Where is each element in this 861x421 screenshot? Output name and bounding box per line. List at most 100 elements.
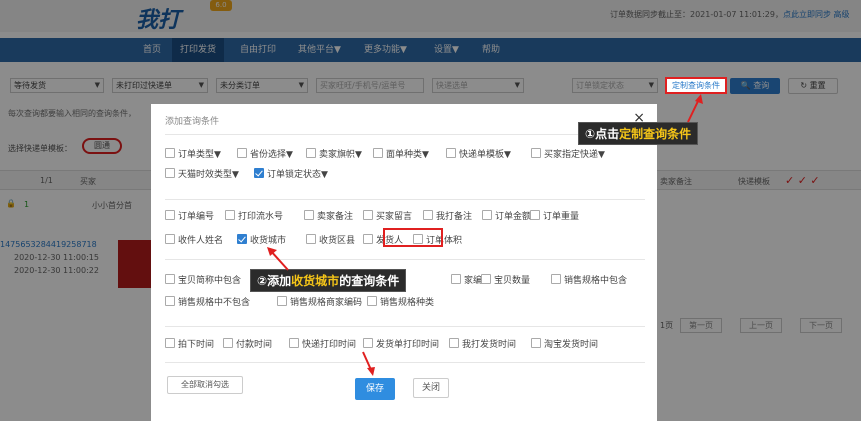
query-field-checkbox[interactable]: 收件人姓名 (165, 234, 223, 246)
divider (165, 326, 645, 327)
checkbox-label: 销售规格种类 (380, 298, 435, 308)
checkbox-label: 我打备注 (436, 212, 473, 222)
checkbox-icon[interactable] (531, 148, 541, 158)
query-condition-checkbox[interactable]: 买家指定快递▼ (531, 148, 605, 160)
checkbox-icon[interactable] (530, 210, 540, 220)
checkbox-label: 我打发货时间 (462, 340, 517, 350)
checkbox-icon[interactable] (304, 210, 314, 220)
query-field-checkbox[interactable]: 订单重量 (530, 210, 579, 222)
close-button[interactable]: 关闭 (413, 378, 449, 398)
time-condition-checkbox[interactable]: 快递打印时间 (289, 338, 356, 350)
item-condition-checkbox[interactable]: 宝贝简称中包含 (165, 274, 241, 286)
checkbox-icon[interactable] (165, 274, 175, 284)
checkbox-label: 发货单打印时间 (376, 340, 440, 350)
checkbox-icon[interactable] (165, 168, 175, 178)
checkbox-icon[interactable] (165, 296, 175, 306)
time-condition-checkbox[interactable]: 我打发货时间 (449, 338, 516, 350)
checkbox-icon[interactable] (531, 338, 541, 348)
checkbox-label: 销售规格中包含 (564, 276, 628, 286)
query-field-checkbox[interactable]: 收货区县 (306, 234, 355, 246)
divider (165, 134, 645, 135)
checkbox-icon[interactable] (423, 210, 433, 220)
checkbox-label: 订单类型▼ (178, 150, 221, 160)
callout-2-text: ②添加 (257, 274, 292, 288)
checkbox-icon[interactable] (363, 210, 373, 220)
query-condition-checkbox[interactable]: 订单类型▼ (165, 148, 221, 160)
checkbox-checked-icon[interactable] (237, 234, 247, 244)
checkbox-label: 打印流水号 (238, 212, 284, 222)
checkbox-icon[interactable] (165, 338, 175, 348)
callout-step-1: ①点击定制查询条件 (578, 122, 699, 145)
checkbox-icon[interactable] (237, 148, 247, 158)
checkbox-icon[interactable] (363, 234, 373, 244)
checkbox-label: 快递打印时间 (302, 340, 357, 350)
checkbox-label: 付款时间 (236, 340, 273, 350)
checkbox-icon[interactable] (446, 148, 456, 158)
dialog-title: 添加查询条件 (165, 117, 220, 127)
checkbox-icon[interactable] (277, 296, 287, 306)
query-field-checkbox[interactable]: 订单金额 (482, 210, 531, 222)
checkbox-icon[interactable] (363, 338, 373, 348)
checkbox-icon[interactable] (449, 338, 459, 348)
query-condition-checkbox[interactable]: 天猫时效类型▼ (165, 168, 239, 180)
time-condition-checkbox[interactable]: 淘宝发货时间 (531, 338, 598, 350)
query-field-checkbox[interactable]: 我打备注 (423, 210, 472, 222)
item-condition-checkbox[interactable]: 销售规格中不包含 (165, 296, 250, 308)
checkbox-icon[interactable] (165, 210, 175, 220)
query-field-checkbox[interactable]: 卖家备注 (304, 210, 353, 222)
query-condition-checkbox[interactable]: 快递单模板▼ (446, 148, 511, 160)
divider (165, 259, 645, 260)
query-condition-checkbox[interactable]: 订单锁定状态▼ (254, 168, 328, 180)
checkbox-label: 宝贝数量 (494, 276, 531, 286)
checkbox-icon[interactable] (367, 296, 377, 306)
item-condition-checkbox[interactable]: 宝贝数量 (481, 274, 530, 286)
save-button[interactable]: 保存 (355, 378, 395, 400)
checkbox-icon[interactable] (551, 274, 561, 284)
checkbox-label: 销售规格中不包含 (178, 298, 251, 308)
checkbox-label: 卖家旗帜▼ (319, 150, 362, 160)
checkbox-icon[interactable] (306, 234, 316, 244)
checkbox-icon[interactable] (289, 338, 299, 348)
checkbox-label: 淘宝发货时间 (544, 340, 599, 350)
arrow-icon (362, 351, 375, 376)
time-condition-checkbox[interactable]: 拍下时间 (165, 338, 214, 350)
query-field-checkbox[interactable]: 订单编号 (165, 210, 214, 222)
callout-1-text: ①点击 (585, 127, 620, 141)
city-highlight-box (383, 228, 443, 247)
item-condition-checkbox[interactable]: 销售规格中包含 (551, 274, 627, 286)
checkbox-label: 买家留言 (376, 212, 413, 222)
callout-2-highlight: 收货城市 (291, 274, 340, 288)
query-condition-checkbox[interactable]: 面单种类▼ (373, 148, 429, 160)
checkbox-label: 收货区县 (319, 236, 356, 246)
checkbox-checked-icon[interactable] (254, 168, 264, 178)
item-condition-checkbox[interactable]: 销售规格商家编码 (277, 296, 362, 308)
item-condition-checkbox[interactable]: 销售规格种类 (367, 296, 434, 308)
checkbox-icon[interactable] (482, 210, 492, 220)
checkbox-label: 快递单模板▼ (459, 150, 511, 160)
checkbox-label: 订单锁定状态▼ (267, 170, 328, 180)
checkbox-icon[interactable] (165, 234, 175, 244)
checkbox-icon[interactable] (451, 274, 461, 284)
checkbox-icon[interactable] (165, 148, 175, 158)
checkbox-label: 收件人姓名 (178, 236, 224, 246)
checkbox-label: 面单种类▼ (386, 150, 429, 160)
query-field-checkbox[interactable]: 打印流水号 (225, 210, 283, 222)
time-condition-checkbox[interactable]: 付款时间 (223, 338, 272, 350)
checkbox-icon[interactable] (225, 210, 235, 220)
callout-2-suffix: 的查询条件 (339, 274, 400, 288)
arrow-icon (267, 247, 289, 271)
checkbox-icon[interactable] (481, 274, 491, 284)
callout-1-highlight: 定制查询条件 (619, 127, 692, 141)
checkbox-label: 天猫时效类型▼ (178, 170, 239, 180)
query-condition-checkbox[interactable]: 省份选择▼ (237, 148, 293, 160)
checkbox-icon[interactable] (306, 148, 316, 158)
query-field-checkbox[interactable]: 买家留言 (363, 210, 412, 222)
time-condition-checkbox[interactable]: 发货单打印时间 (363, 338, 439, 350)
query-condition-checkbox[interactable]: 卖家旗帜▼ (306, 148, 362, 160)
arrow-icon (687, 94, 703, 123)
checkbox-label: 订单金额 (495, 212, 532, 222)
checkbox-label: 省份选择▼ (250, 150, 293, 160)
checkbox-icon[interactable] (373, 148, 383, 158)
checkbox-icon[interactable] (223, 338, 233, 348)
uncheck-all-button[interactable]: 全部取消勾选 (167, 376, 243, 394)
